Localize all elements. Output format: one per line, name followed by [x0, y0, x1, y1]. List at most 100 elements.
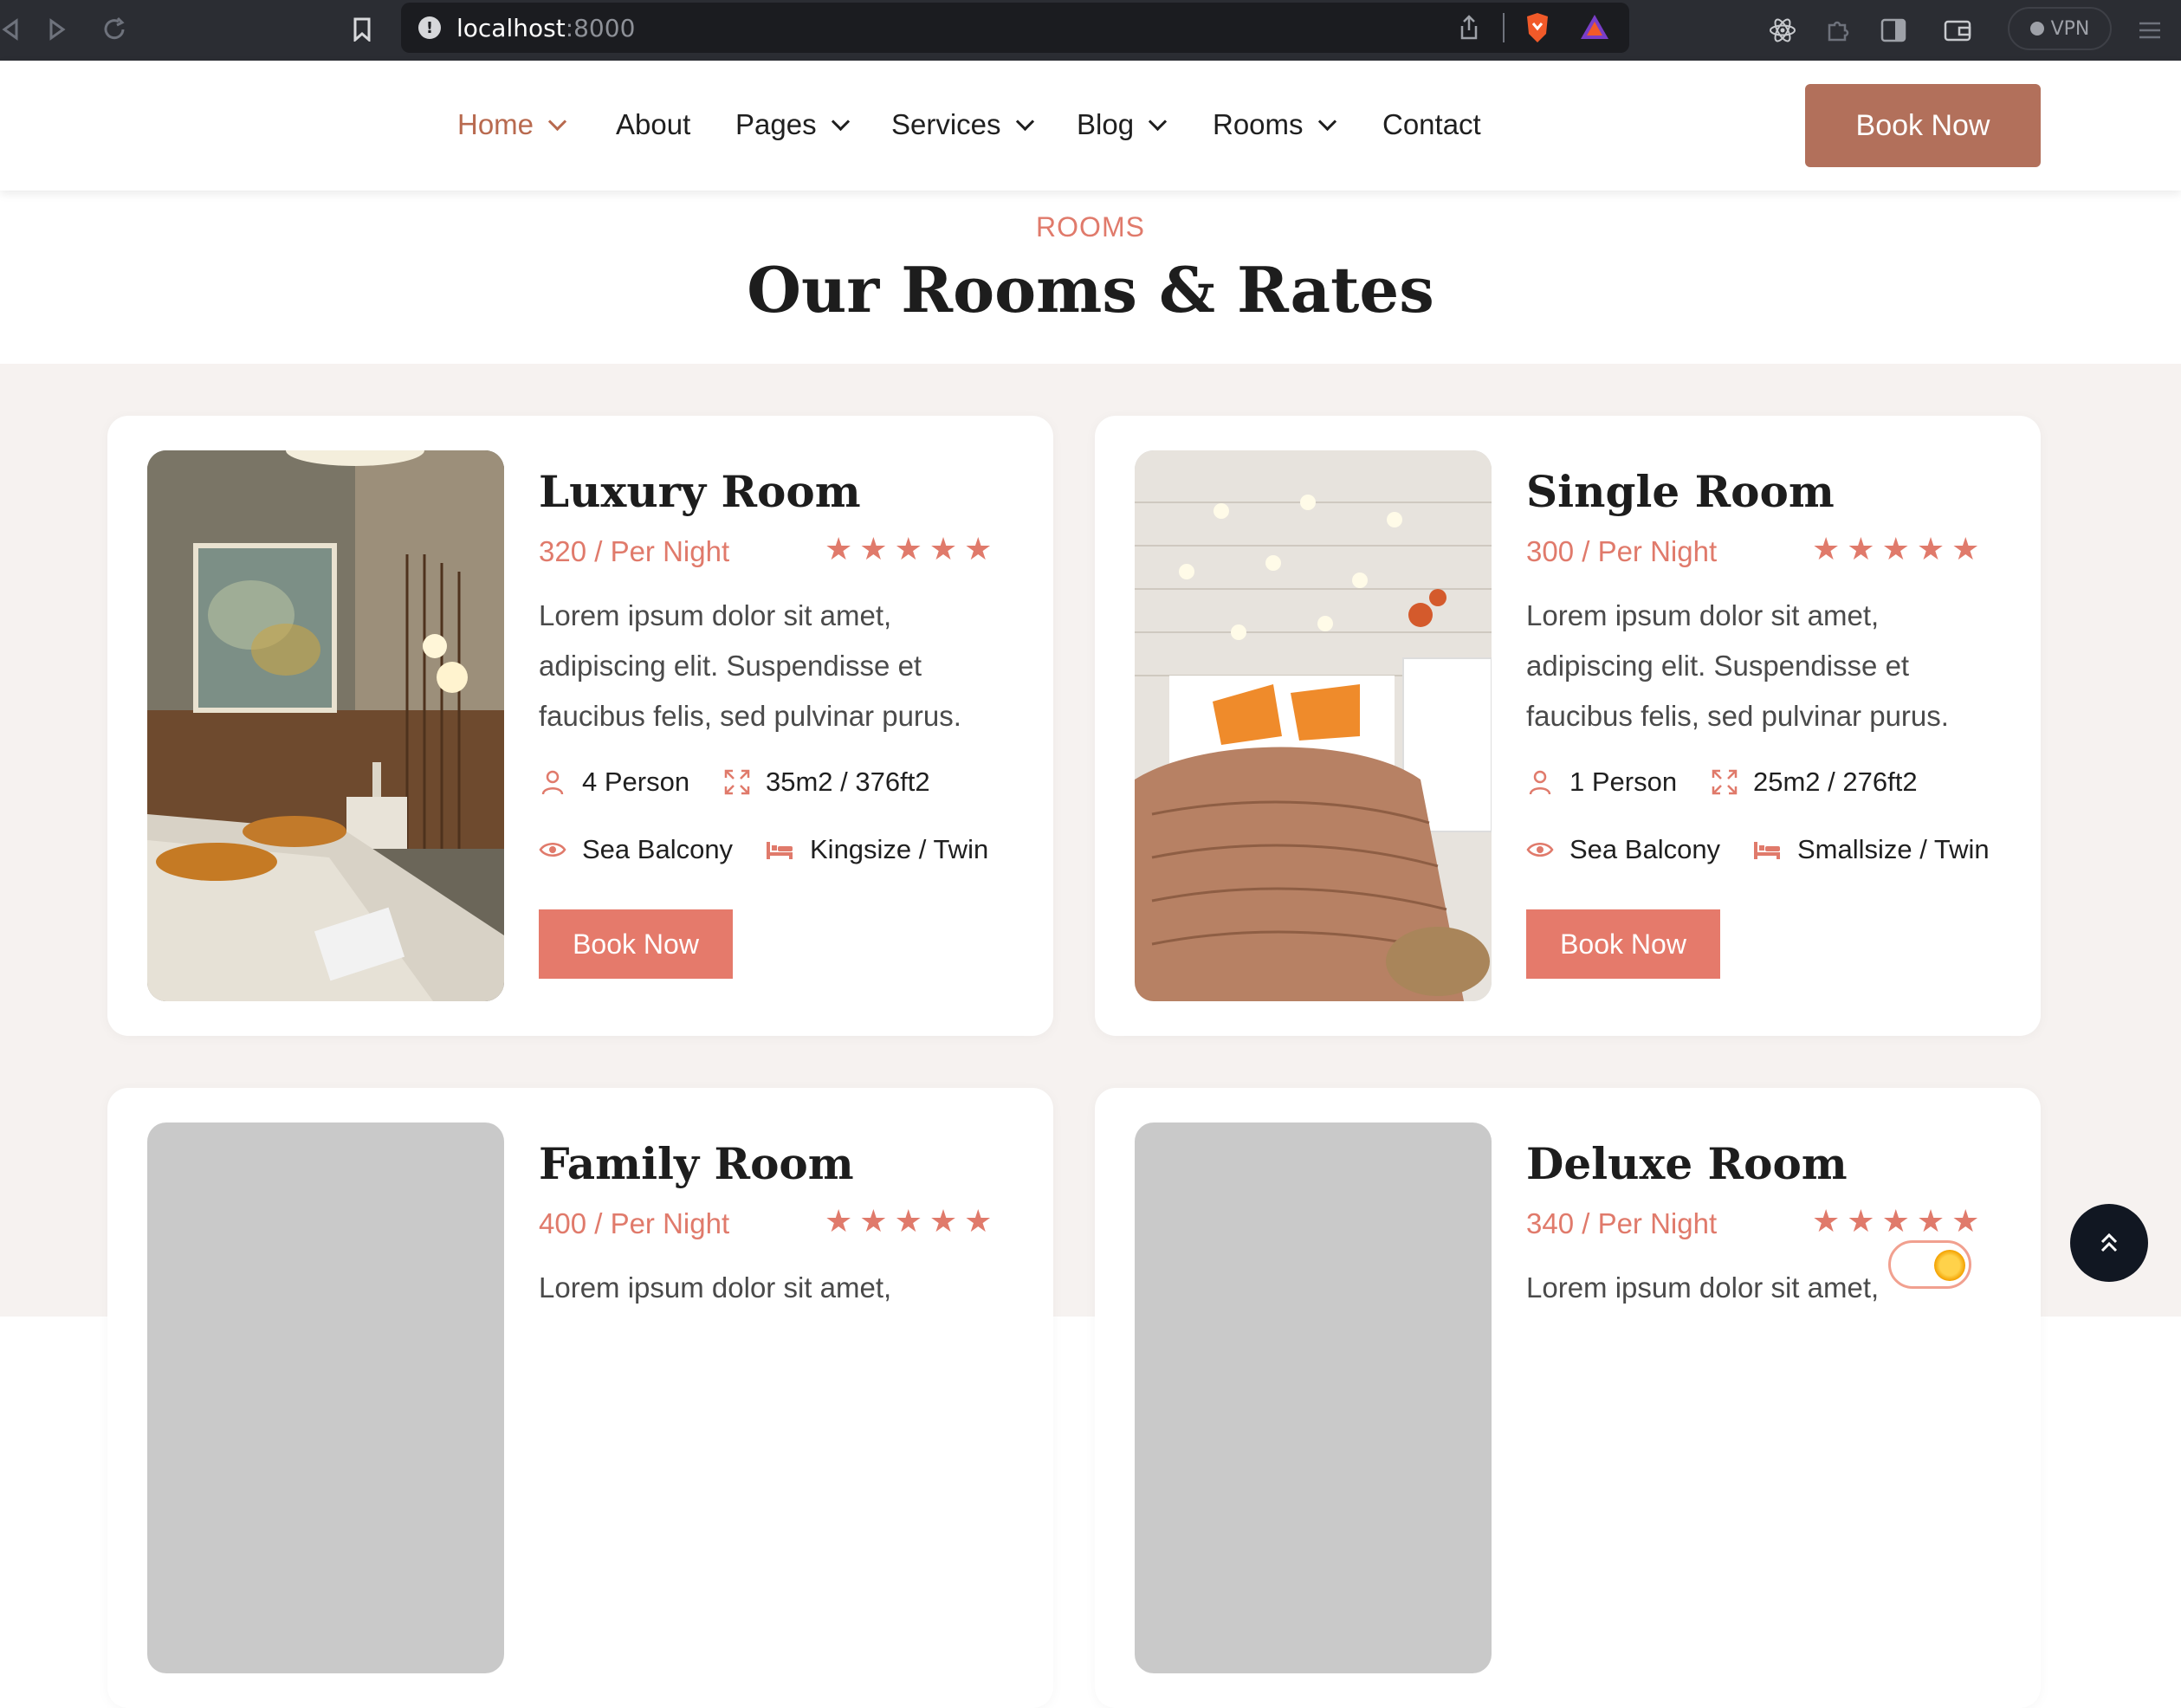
expand-icon — [724, 769, 750, 795]
vpn-status-icon — [2029, 22, 2044, 36]
room-size: 35m2 / 376ft2 — [724, 767, 930, 798]
scroll-to-top-button[interactable] — [2070, 1204, 2148, 1282]
room-photo-deluxe — [1135, 1122, 1492, 1673]
browser-toolbar: ! localhost:8000 VPN — [0, 0, 2181, 61]
header-book-now-button[interactable]: Book Now — [1805, 84, 2041, 167]
reload-icon[interactable] — [99, 14, 130, 45]
room-card-family: Family Room 400 / Per Night ★ ★ ★ ★ ★ Lorem … — [107, 1088, 1053, 1708]
nav-label: Pages — [735, 108, 817, 140]
rating-stars: ★ ★ ★ ★ ★ — [1812, 1204, 1979, 1239]
room-name: Single Room — [1526, 466, 1835, 517]
double-chevron-up-icon — [2100, 1232, 2118, 1252]
room-description: Lorem ipsum dolor sit amet, adipiscing e… — [539, 599, 961, 732]
bookmark-icon[interactable] — [346, 14, 378, 45]
room-price: 340 / Per Night — [1526, 1207, 1718, 1239]
share-icon[interactable] — [1458, 15, 1480, 44]
back-icon[interactable] — [0, 14, 26, 45]
room-card-single: Single Room 300 / Per Night ★ ★ ★ ★ ★ Lorem … — [1095, 416, 2041, 1036]
eye-icon — [539, 843, 566, 857]
react-devtools-icon[interactable] — [1767, 16, 1798, 45]
room-bed: Smallsize / Twin — [1752, 834, 1990, 865]
nav-item-services[interactable]: Services — [891, 106, 1034, 144]
book-now-button[interactable]: Book Now — [1526, 909, 1720, 979]
nav-item-pages[interactable]: Pages — [735, 106, 850, 144]
rating-stars: ★ ★ ★ ★ ★ — [1812, 532, 1979, 567]
extensions-icon[interactable] — [1822, 16, 1854, 45]
star-icon: ★ — [1881, 532, 1910, 567]
star-icon: ★ — [1951, 1204, 1980, 1239]
address-host: localhost — [456, 13, 566, 42]
room-name: Family Room — [539, 1138, 854, 1189]
address-port: :8000 — [565, 13, 636, 42]
brave-rewards-icon[interactable] — [1579, 13, 1610, 44]
room-name: Luxury Room — [539, 466, 861, 517]
star-icon: ★ — [825, 1204, 853, 1239]
view-text: Sea Balcony — [1569, 834, 1721, 864]
star-icon: ★ — [1916, 1204, 1945, 1239]
room-price: 320 / Per Night — [539, 535, 730, 567]
nav-label: Contact — [1382, 108, 1481, 140]
sun-icon — [1934, 1250, 1965, 1281]
star-icon: ★ — [964, 532, 993, 567]
nav-item-home[interactable]: Home — [457, 106, 567, 144]
room-view: Sea Balcony — [539, 834, 765, 865]
brave-shield-icon[interactable] — [1524, 11, 1551, 48]
star-icon: ★ — [1847, 532, 1875, 567]
view-text: Sea Balcony — [582, 834, 734, 864]
nav-label: Services — [891, 108, 1001, 140]
room-card-luxury: Luxury Room 320 / Per Night ★ ★ ★ ★ ★ Lorem … — [107, 416, 1053, 1036]
star-icon: ★ — [929, 1204, 958, 1239]
room-card-deluxe: Deluxe Room 340 / Per Night ★ ★ ★ ★ ★ Lorem … — [1095, 1088, 2041, 1708]
room-info: Luxury Room 320 / Per Night ★ ★ ★ ★ ★ Lorem … — [539, 450, 1032, 897]
star-icon: ★ — [929, 532, 958, 567]
nav-item-about[interactable]: About — [616, 106, 690, 144]
star-icon: ★ — [1951, 532, 1980, 567]
rating-stars: ★ ★ ★ ★ ★ — [825, 1204, 992, 1239]
address-bar[interactable]: ! localhost:8000 — [401, 3, 1629, 53]
room-info: Family Room 400 / Per Night ★ ★ ★ ★ ★ Lorem … — [539, 1122, 1032, 1313]
vpn-label: VPN — [2050, 17, 2090, 40]
site-header: Home About Pages Services Blog Rooms Con… — [0, 61, 2181, 191]
chevron-down-icon — [1148, 112, 1168, 131]
room-price: 300 / Per Night — [1526, 535, 1718, 567]
expand-icon — [1712, 769, 1738, 795]
star-icon: ★ — [964, 1204, 993, 1239]
book-now-button[interactable]: Book Now — [539, 909, 733, 979]
room-price: 400 / Per Night — [539, 1207, 730, 1239]
forward-icon[interactable] — [42, 14, 73, 45]
bed-icon — [1754, 842, 1780, 859]
vpn-button[interactable]: VPN — [2008, 7, 2112, 50]
person-icon — [1529, 770, 1551, 795]
chevron-down-icon — [547, 112, 567, 131]
site-info-icon[interactable]: ! — [418, 16, 441, 39]
room-description: Lorem ipsum dolor sit amet, — [539, 1271, 892, 1304]
star-icon: ★ — [1881, 1204, 1910, 1239]
room-bed: Kingsize / Twin — [765, 834, 988, 865]
chevron-down-icon — [1015, 112, 1034, 131]
wallet-icon[interactable] — [1942, 16, 1973, 45]
sidebar-toggle-icon[interactable] — [1878, 16, 1909, 45]
bed-text: Kingsize / Twin — [810, 834, 989, 864]
bed-icon — [767, 842, 793, 859]
bed-text: Smallsize / Twin — [1797, 834, 1990, 864]
room-photo-single — [1135, 450, 1492, 1001]
nav-item-blog[interactable]: Blog — [1077, 106, 1168, 144]
nav-item-contact[interactable]: Contact — [1382, 106, 1481, 144]
room-photo-luxury — [147, 450, 504, 1001]
room-info: Single Room 300 / Per Night ★ ★ ★ ★ ★ Lorem … — [1526, 450, 2020, 897]
nav-item-rooms[interactable]: Rooms — [1213, 106, 1336, 144]
nav-label: Blog — [1077, 108, 1135, 140]
rating-stars: ★ ★ ★ ★ ★ — [825, 532, 992, 567]
chevron-down-icon — [831, 112, 850, 131]
star-icon: ★ — [825, 532, 853, 567]
section-title: Our Rooms & Rates — [747, 253, 1434, 327]
room-view: Sea Balcony — [1526, 834, 1752, 865]
theme-toggle[interactable] — [1888, 1240, 1971, 1289]
menu-icon[interactable] — [2132, 16, 2167, 45]
eye-icon — [1526, 843, 1554, 857]
star-icon: ★ — [894, 532, 922, 567]
address-divider — [1503, 13, 1505, 42]
persons-text: 1 Person — [1569, 767, 1678, 797]
chevron-down-icon — [1317, 112, 1336, 131]
star-icon: ★ — [1916, 532, 1945, 567]
